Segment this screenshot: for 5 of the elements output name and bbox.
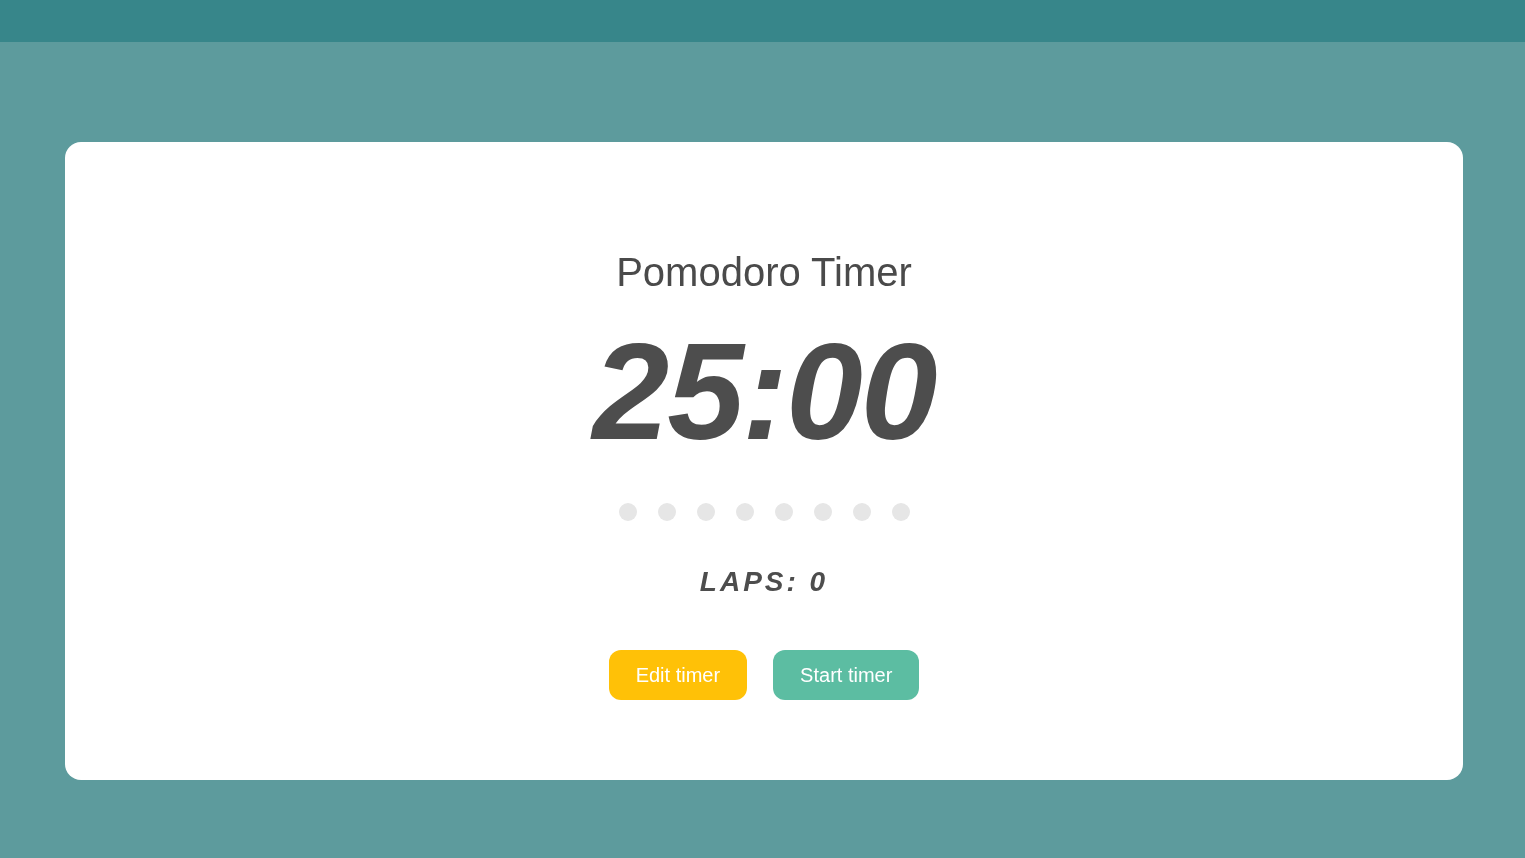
start-timer-button[interactable]: Start timer [773, 650, 920, 700]
app-title: Pomodoro Timer [616, 249, 912, 295]
timer-display: 25:00 [592, 322, 936, 460]
edit-timer-button[interactable]: Edit timer [608, 650, 748, 700]
laps-counter: LAPS: 0 [699, 566, 829, 598]
